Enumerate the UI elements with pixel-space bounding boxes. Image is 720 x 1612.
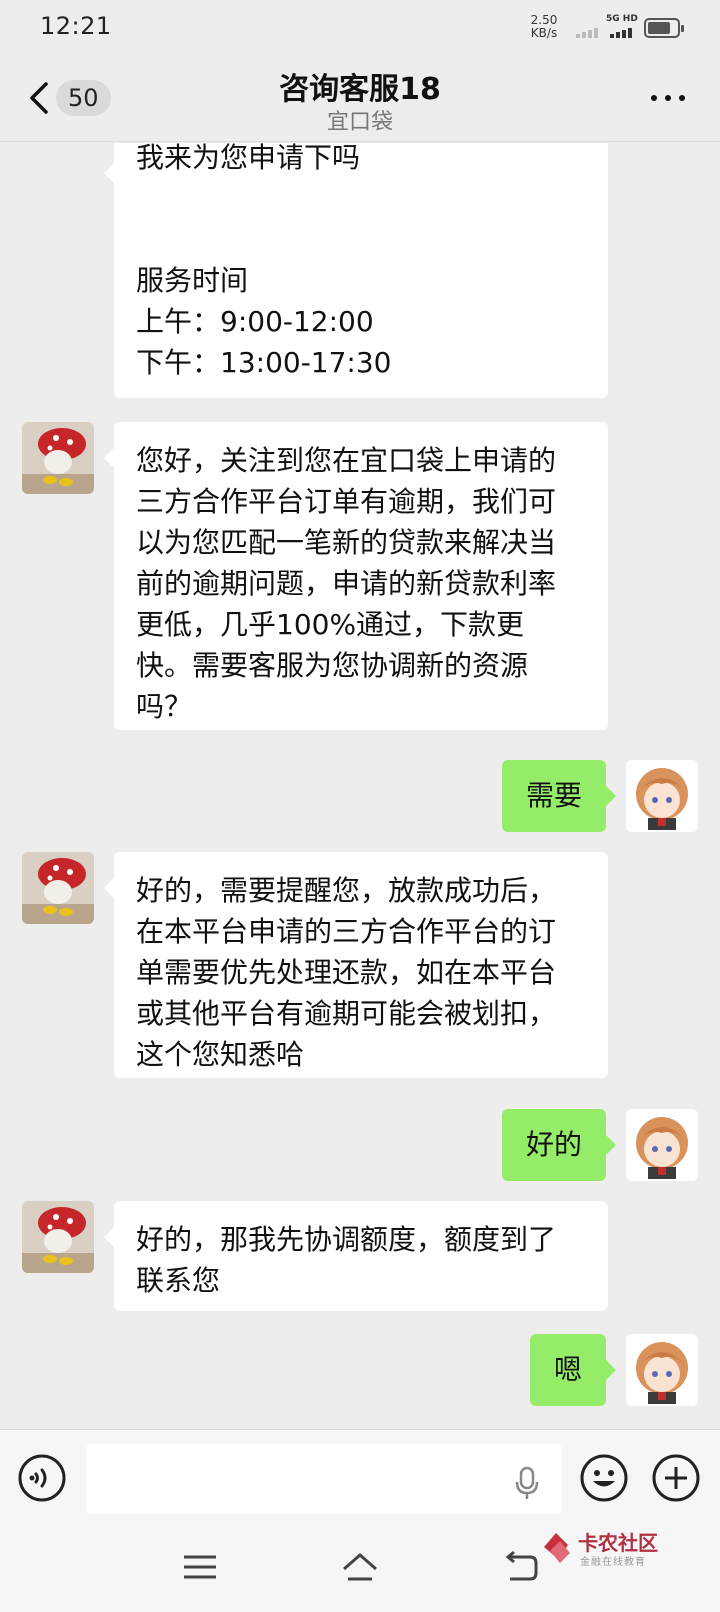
signal-strong-icon — [610, 28, 632, 38]
home-icon[interactable] — [340, 1549, 380, 1585]
chat-subtitle: 宜口袋 — [326, 110, 393, 135]
user-avatar[interactable] — [626, 760, 698, 832]
more-dots-icon[interactable] — [648, 88, 688, 108]
message-bubble-sent[interactable]: 需要 — [502, 760, 616, 832]
user-avatar[interactable] — [626, 1334, 698, 1406]
message-list[interactable]: 我来为您申请下吗 服务时间 上午：9:00-12:00 下午：13:00-17:… — [0, 143, 720, 1429]
watermark-tagline: 金融在线教育 — [580, 1557, 646, 1568]
network-type: 5G HD — [606, 14, 638, 24]
watermark-name: 卡农社区 — [578, 1531, 658, 1555]
chat-header: 50 咨询客服18 宜口袋 — [0, 54, 720, 142]
microphone-icon[interactable] — [514, 1466, 540, 1500]
emoji-icon[interactable] — [580, 1454, 628, 1502]
message-input[interactable] — [86, 1444, 562, 1514]
menu-icon[interactable] — [180, 1549, 220, 1585]
back-nav-icon[interactable] — [500, 1549, 540, 1585]
battery-icon — [644, 18, 684, 38]
agent-avatar[interactable] — [22, 852, 94, 924]
status-bar: 12:21 2.50 KB/s 5G HD — [0, 0, 720, 54]
signal-icon — [576, 28, 598, 38]
message-bubble-received[interactable]: 我来为您申请下吗 服务时间 上午：9:00-12:00 下午：13:00-17:… — [104, 143, 608, 398]
message-bubble-received[interactable]: 好的，需要提醒您，放款成功后， 在本平台申请的三方合作平台的订 单需要优先处理还… — [104, 852, 608, 1078]
message-bubble-sent[interactable]: 好的 — [502, 1109, 616, 1181]
chat-title: 咨询客服18 — [279, 72, 441, 107]
status-time: 12:21 — [40, 12, 112, 40]
message-bubble-sent[interactable]: 嗯 — [530, 1334, 616, 1406]
agent-avatar[interactable] — [22, 1201, 94, 1273]
add-plus-icon[interactable] — [652, 1454, 700, 1502]
agent-avatar[interactable] — [22, 422, 94, 494]
user-avatar[interactable] — [626, 1109, 698, 1181]
input-bar — [0, 1429, 720, 1525]
system-nav-bar: 卡农社区 金融在线教育 — [0, 1525, 720, 1612]
message-bubble-received[interactable]: 您好，关注到您在宜口袋上申请的 三方合作平台订单有逾期，我们可 以为您匹配一笔新… — [104, 422, 608, 730]
message-bubble-received[interactable]: 好的，那我先协调额度，额度到了 联系您 — [104, 1201, 608, 1311]
voice-input-icon[interactable] — [18, 1454, 66, 1502]
network-speed: 2.50 KB/s — [530, 13, 558, 40]
